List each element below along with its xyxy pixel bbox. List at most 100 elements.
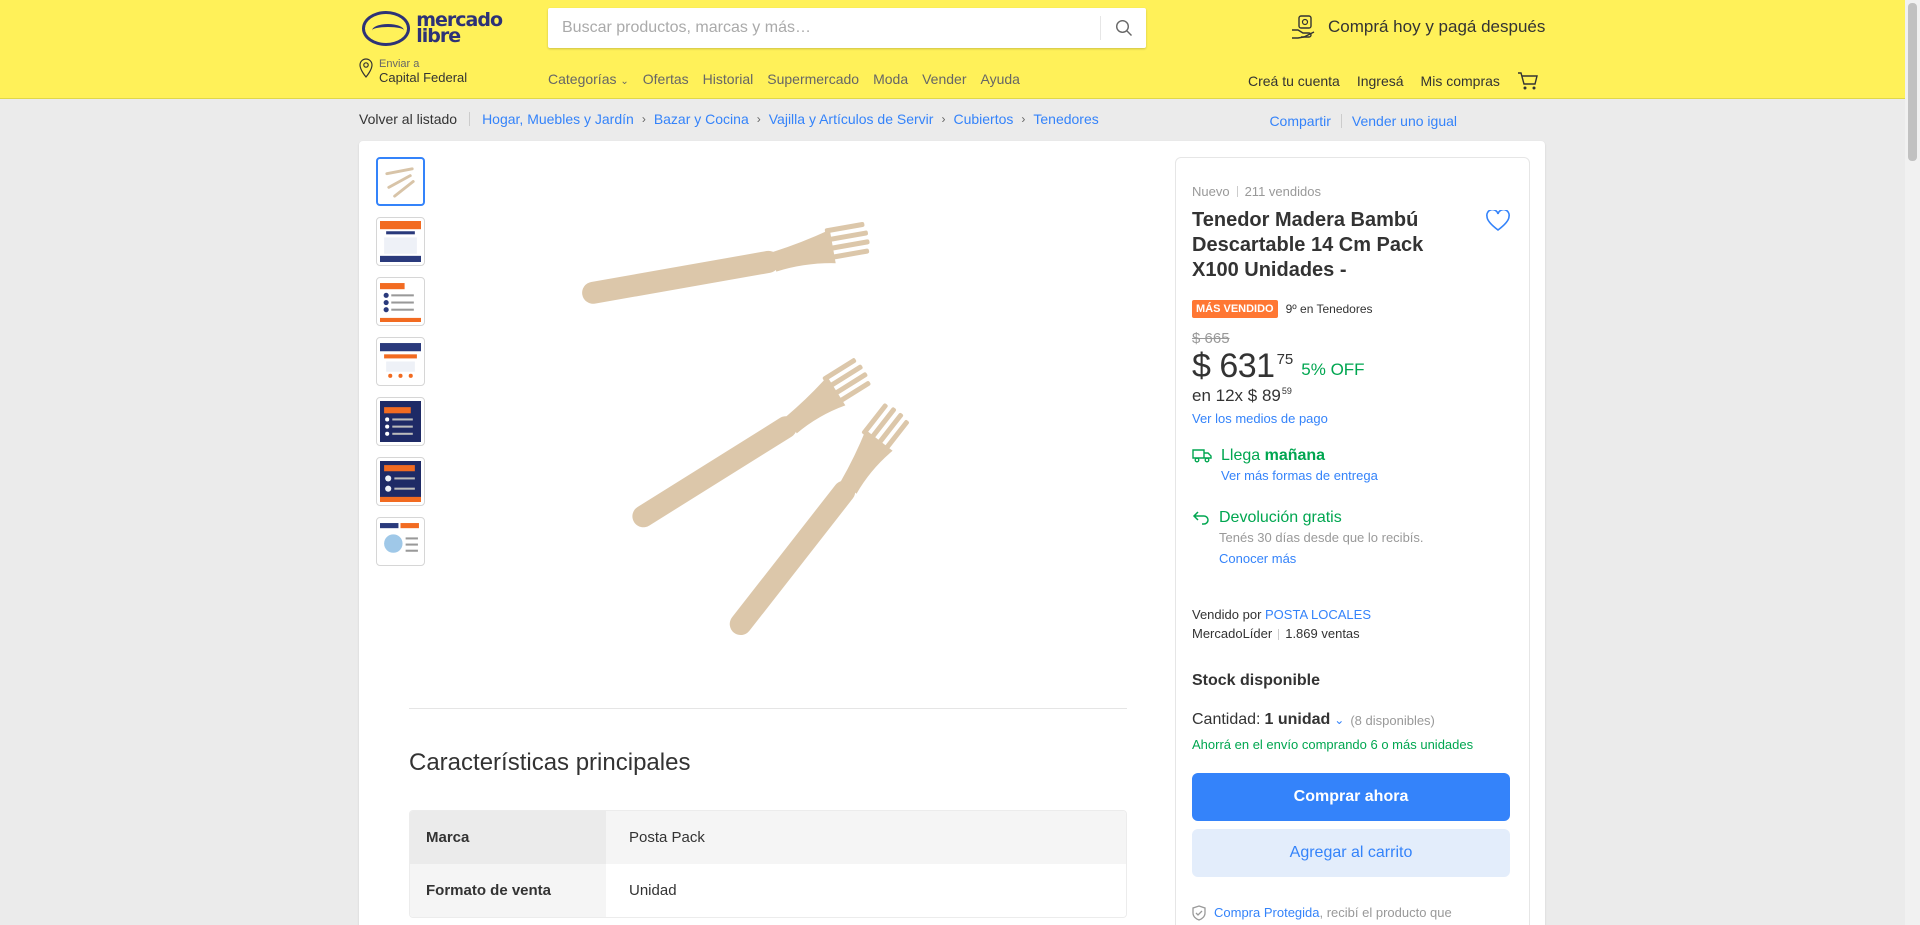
meta-divider	[1236, 186, 1238, 197]
chevron-down-icon: ⌄	[620, 76, 629, 87]
sell-same-link[interactable]: Vender uno igual	[1352, 113, 1457, 129]
info-graphic-thumbnail-image	[380, 221, 421, 262]
return-arrow-icon	[1192, 511, 1209, 525]
chevron-right-icon: ›	[641, 112, 646, 126]
location-value: Capital Federal	[379, 70, 468, 85]
search-bar	[548, 8, 1146, 48]
back-to-listing-link[interactable]: Volver al listado	[359, 111, 457, 127]
info-graphic-thumbnail-image	[380, 283, 421, 322]
spec-row: Formato de venta Unidad	[410, 864, 1126, 917]
shipping-info: Llega mañana Ver más formas de entrega	[1192, 447, 1378, 483]
installments-cents: 59	[1281, 386, 1292, 396]
nav-moda[interactable]: Moda	[873, 71, 908, 87]
mercadolibre-logo[interactable]: mercado libre	[362, 9, 503, 47]
search-input[interactable]	[562, 8, 1092, 48]
specs-title: Características principales	[409, 749, 691, 776]
cart-icon[interactable]	[1517, 71, 1539, 91]
breadcrumb-item[interactable]: Tenedores	[1033, 111, 1098, 127]
nav-categorias-label: Categorías	[548, 71, 617, 87]
spec-row: Marca Posta Pack	[410, 811, 1126, 864]
discount-label: 5% OFF	[1301, 360, 1365, 379]
installments-amount: en 12x $ 89	[1192, 386, 1281, 405]
search-icon	[1115, 19, 1132, 36]
info-graphic-thumbnail-image	[380, 343, 421, 378]
share-divider	[1340, 114, 1342, 128]
seller-divider	[1278, 629, 1280, 641]
original-price: $ 665	[1192, 330, 1230, 347]
best-seller-badge: MÁS VENDIDO	[1192, 300, 1278, 318]
available-count: (8 disponibles)	[1350, 712, 1435, 728]
scrollbar-thumb[interactable]	[1908, 3, 1917, 161]
shipping-day: mañana	[1264, 447, 1326, 464]
shipping-location[interactable]: Enviar a Capital Federal	[359, 58, 467, 86]
product-title: Tenedor Madera Bambú Descartable 14 Cm P…	[1192, 209, 1424, 281]
section-divider	[409, 708, 1127, 709]
return-description: Tenés 30 días desde que lo recibís.	[1219, 530, 1424, 545]
chevron-right-icon: ›	[941, 112, 946, 126]
quantity-value: 1 unidad	[1264, 711, 1331, 728]
buy-now-button[interactable]: Comprar ahora	[1192, 773, 1510, 821]
page-scrollbar[interactable]	[1905, 0, 1920, 925]
chevron-right-icon: ›	[756, 112, 761, 126]
thumbnail-5[interactable]	[376, 397, 425, 446]
quantity-selector[interactable]: Cantidad: 1 unidad ⌄ (8 disponibles)	[1192, 711, 1435, 729]
protected-purchase-text: , recibí el producto que	[1319, 905, 1452, 920]
more-shipping-link[interactable]: Ver más formas de entrega	[1221, 468, 1378, 483]
logo-text: mercado libre	[416, 11, 503, 46]
breadcrumb-item[interactable]: Vajilla y Artículos de Servir	[769, 111, 934, 127]
my-purchases-link[interactable]: Mis compras	[1421, 73, 1500, 89]
price: $ 631 75 5% OFF	[1192, 347, 1365, 386]
thumbnail-3[interactable]	[376, 277, 425, 326]
breadcrumb-item[interactable]: Hogar, Muebles y Jardín	[482, 111, 634, 127]
breadcrumb: Volver al listado Hogar, Muebles y Jardí…	[359, 111, 1099, 127]
quantity-label: Cantidad:	[1192, 711, 1261, 728]
nav-vender[interactable]: Vender	[922, 71, 966, 87]
thumbnail-6[interactable]	[376, 457, 425, 506]
spec-value: Unidad	[629, 882, 677, 899]
payment-methods-link[interactable]: Ver los medios de pago	[1192, 411, 1328, 426]
info-graphic-thumbnail-image	[380, 401, 421, 442]
stock-status: Stock disponible	[1192, 672, 1321, 689]
spec-value: Posta Pack	[629, 829, 705, 846]
promo-text: Comprá hoy y pagá después	[1328, 17, 1546, 36]
thumbnail-4[interactable]	[376, 337, 425, 386]
nav-supermercado[interactable]: Supermercado	[767, 71, 859, 87]
search-button[interactable]	[1101, 8, 1146, 48]
share-link[interactable]: Compartir	[1269, 113, 1330, 129]
category-rank[interactable]: 9º en Tenedores	[1286, 302, 1373, 316]
nav-historial[interactable]: Historial	[703, 71, 754, 87]
seller-info: Vendido por POSTA LOCALES MercadoLíder 1.…	[1192, 605, 1371, 643]
shipping-title: Llega mañana	[1221, 447, 1378, 465]
learn-more-link[interactable]: Conocer más	[1219, 551, 1424, 566]
seller-sales: 1.869 ventas	[1285, 626, 1360, 641]
thumbnail-7[interactable]	[376, 517, 425, 566]
buy-now-pay-later-promo[interactable]: Comprá hoy y pagá después	[1290, 14, 1545, 40]
nav-categorias[interactable]: Categorías ⌄	[548, 71, 629, 87]
info-graphic-thumbnail-image	[380, 461, 421, 502]
return-title: Devolución gratis	[1219, 509, 1342, 526]
nav-ofertas[interactable]: Ofertas	[643, 71, 689, 87]
location-pin-icon	[359, 58, 373, 78]
create-account-link[interactable]: Creá tu cuenta	[1248, 73, 1340, 89]
installments: en 12x $ 89 59	[1192, 386, 1292, 406]
return-info: Devolución gratis Tenés 30 días desde qu…	[1192, 509, 1424, 566]
truck-icon	[1192, 449, 1212, 463]
heart-icon[interactable]	[1486, 210, 1510, 232]
breadcrumb-item[interactable]: Cubiertos	[953, 111, 1013, 127]
location-label: Enviar a	[379, 58, 420, 70]
breadcrumb-item[interactable]: Bazar y Cocina	[654, 111, 749, 127]
main-nav: Categorías ⌄ Ofertas Historial Supermerc…	[548, 71, 1020, 87]
thumbnail-1[interactable]	[376, 157, 425, 206]
nav-ayuda[interactable]: Ayuda	[980, 71, 1019, 87]
price-cents: 75	[1276, 351, 1294, 368]
protected-purchase-link[interactable]: Compra Protegida	[1214, 905, 1320, 920]
product-meta: Nuevo 211 vendidos	[1192, 184, 1321, 199]
breadcrumb-divider	[469, 112, 471, 126]
seller-name-link[interactable]: POSTA LOCALES	[1265, 607, 1371, 622]
thumbnail-2[interactable]	[376, 217, 425, 266]
header: mercado libre Comprá hoy y pagá después …	[0, 0, 1905, 99]
info-graphic-thumbnail-image	[380, 523, 419, 553]
add-to-cart-button[interactable]: Agregar al carrito	[1192, 829, 1510, 877]
thumbnail-gallery	[376, 157, 425, 566]
login-link[interactable]: Ingresá	[1357, 73, 1404, 89]
